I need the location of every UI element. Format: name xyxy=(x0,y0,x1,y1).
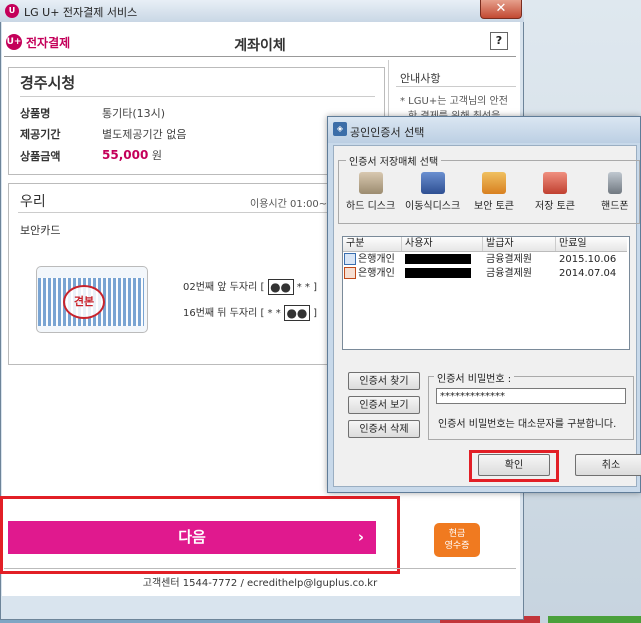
notice-divider xyxy=(396,86,516,87)
lgu-logo-icon: U+ xyxy=(6,34,22,50)
row-user-redacted xyxy=(405,267,471,281)
media-storage-token[interactable]: 저장 토큰 xyxy=(535,172,575,212)
window-title: LG U+ 전자결제 서비스 xyxy=(24,6,138,19)
digit-row-suffix: * * ] xyxy=(296,282,318,293)
certificate-icon: ◈ xyxy=(333,122,347,136)
notice-title: 안내사항 xyxy=(400,72,441,85)
receipt-line2: 영수증 xyxy=(444,541,470,551)
column-header-type[interactable]: 구분 xyxy=(343,237,364,251)
table-row[interactable]: 은행개인 금융결제원 2015.10.06 xyxy=(343,253,627,267)
media-label: 저장 토큰 xyxy=(535,201,575,212)
view-certificate-button[interactable]: 인증서 보기 xyxy=(348,396,420,414)
sample-stamp: 견본 xyxy=(63,285,105,319)
security-token-icon xyxy=(481,172,506,194)
footer-contact: 고객센터 1544-7772 / ecredithelp@lguplus.co.… xyxy=(142,578,378,589)
media-security-token[interactable]: 보안 토큰 xyxy=(474,172,514,212)
taskbar-item-green xyxy=(548,616,641,623)
certificate-icon xyxy=(344,253,356,265)
storage-token-icon xyxy=(542,172,567,194)
column-header-expiry[interactable]: 만료일 xyxy=(555,237,587,251)
brand-text: 전자결제 xyxy=(26,36,71,50)
cash-receipt-icon[interactable]: 현금 영수증 xyxy=(434,523,480,557)
password-label: 인증서 비밀번호 : xyxy=(434,370,515,385)
row-expiry: 2015.10.06 xyxy=(559,254,617,265)
row-expiry: 2014.07.04 xyxy=(559,268,617,279)
cancel-button[interactable]: 취소 xyxy=(575,454,641,476)
page-title: 계좌이체 xyxy=(234,38,286,54)
period-value: 별도제공기간 없음 xyxy=(102,128,187,141)
password-note: 인증서 비밀번호는 대소문자를 구분합니다. xyxy=(438,419,617,430)
media-label: 핸드폰 xyxy=(601,201,629,212)
merchant-name: 경주시청 xyxy=(20,74,76,92)
amount-label: 상품금액 xyxy=(20,150,61,163)
amount-value: 55,000 xyxy=(102,148,149,162)
row-user-redacted xyxy=(405,253,471,267)
security-card-label: 보안카드 xyxy=(20,224,61,237)
digit-row-prefix: 02번째 앞 두자리 [ xyxy=(183,282,265,293)
media-phone[interactable]: 핸드폰 xyxy=(601,172,629,212)
table-row[interactable]: 은행개인 금융결제원 2014.07.04 xyxy=(343,267,627,281)
row-issuer: 금융결제원 xyxy=(486,268,532,279)
media-label: 이동식디스크 xyxy=(405,201,461,212)
chevron-right-icon: › xyxy=(357,528,364,546)
usage-time: 이용시간 01:00~2 xyxy=(250,199,334,210)
media-hard-disk[interactable]: 하드 디스크 xyxy=(346,172,395,212)
amount-group: 55,000 원 xyxy=(102,147,162,163)
product-divider xyxy=(20,96,375,97)
media-label: 보안 토큰 xyxy=(474,201,514,212)
ok-highlight-box xyxy=(469,450,559,482)
digit-row-prefix: 16번째 뒤 두자리 [ * * xyxy=(183,308,281,319)
receipt-line1: 현금 xyxy=(448,529,466,539)
digit-row-suffix: ] xyxy=(313,308,318,319)
notice-line: * LGU+는 고객님의 안전 xyxy=(400,96,508,107)
media-removable-disk[interactable]: 이동식디스크 xyxy=(405,172,460,212)
phone-icon xyxy=(607,172,622,194)
certificate-expired-icon xyxy=(344,267,356,279)
next-button[interactable]: 다음 › xyxy=(8,521,376,554)
password-group xyxy=(428,376,634,440)
row-type-cell: 은행개인 xyxy=(344,253,395,267)
hard-disk-icon xyxy=(358,172,383,194)
next-button-label: 다음 xyxy=(178,528,206,546)
digit-input[interactable]: ●● xyxy=(267,279,294,295)
lgu-app-icon: U xyxy=(5,4,19,18)
column-header-issuer[interactable]: 발급자 xyxy=(482,237,514,251)
row-type-cell: 은행개인 xyxy=(344,267,395,281)
amount-unit: 원 xyxy=(151,149,162,162)
delete-certificate-button[interactable]: 인증서 삭제 xyxy=(348,420,420,438)
column-header-user[interactable]: 사용자 xyxy=(401,237,433,251)
password-input[interactable]: ************* xyxy=(436,388,626,404)
row-issuer: 금융결제원 xyxy=(486,254,532,265)
row-type: 은행개인 xyxy=(358,254,395,265)
digit-row-2: 16번째 뒤 두자리 [ * * ●● ] xyxy=(183,304,317,321)
dialog-title: 공인인증서 선택 xyxy=(350,126,425,139)
bank-name: 우리 xyxy=(20,194,46,210)
list-header: 구분 사용자 발급자 만료일 xyxy=(343,237,627,252)
header-divider xyxy=(4,56,516,57)
storage-legend: 인증서 저장매체 선택 xyxy=(346,153,442,168)
product-name-value: 통기타(13시) xyxy=(102,107,166,120)
footer-divider xyxy=(4,568,516,569)
close-button[interactable]: ✕ xyxy=(480,0,522,19)
removable-disk-icon xyxy=(420,172,445,194)
digit-input[interactable]: ●● xyxy=(283,305,310,321)
bank-divider xyxy=(18,212,378,213)
product-name-label: 상품명 xyxy=(20,107,51,120)
help-button[interactable]: ? xyxy=(490,32,508,50)
find-certificate-button[interactable]: 인증서 찾기 xyxy=(348,372,420,390)
period-label: 제공기간 xyxy=(20,128,61,141)
row-type: 은행개인 xyxy=(358,268,395,279)
media-label: 하드 디스크 xyxy=(346,201,396,212)
digit-row-1: 02번째 앞 두자리 [ ●● * * ] xyxy=(183,278,317,295)
